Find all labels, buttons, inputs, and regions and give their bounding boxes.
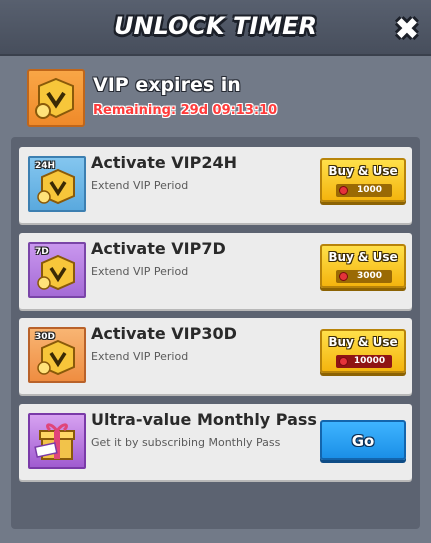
item-title: Activate VIP30D	[91, 324, 237, 343]
list-item-vip24h: 24H Activate VIP24H Extend VIP Period Bu…	[19, 147, 412, 223]
vip24h-icon: 24H	[28, 156, 86, 212]
list-item-vip30d: 30D Activate VIP30D Extend VIP Period Bu…	[19, 318, 412, 394]
remaining-time: Remaining: 29d 09:13:10	[93, 103, 278, 118]
price-tag: 3000	[336, 270, 392, 283]
price-tag: 10000	[336, 355, 392, 368]
button-label: Buy & Use	[328, 335, 398, 349]
item-title: Ultra-value Monthly Pass	[91, 410, 317, 429]
vip-badge-icon	[27, 69, 85, 127]
vip7d-icon: 7D	[28, 242, 86, 298]
gem-icon	[339, 186, 348, 195]
gem-icon	[339, 272, 348, 281]
unlock-timer-dialog: UNLOCK TIMER ✖ VIP expires in Remaining:…	[0, 0, 431, 543]
monthly-pass-gift-icon	[28, 413, 86, 469]
buy-use-button[interactable]: Buy & Use 1000	[320, 158, 406, 202]
go-button[interactable]: Go	[320, 420, 406, 460]
list-item-monthly-pass: Ultra-value Monthly Pass Get it by subsc…	[19, 404, 412, 480]
gem-icon	[339, 357, 348, 366]
list-item-vip7d: 7D Activate VIP7D Extend VIP Period Buy …	[19, 233, 412, 309]
item-subtitle: Extend VIP Period	[91, 179, 189, 192]
price-value: 3000	[356, 271, 383, 281]
price-tag: 1000	[336, 184, 392, 197]
vip-expires-label: VIP expires in	[93, 74, 241, 96]
buy-use-button[interactable]: Buy & Use 10000	[320, 329, 406, 373]
button-label: Go	[351, 432, 375, 450]
item-title: Activate VIP24H	[91, 153, 238, 172]
buy-use-button[interactable]: Buy & Use 3000	[320, 244, 406, 288]
item-subtitle: Extend VIP Period	[91, 350, 189, 363]
title-bar: UNLOCK TIMER ✖	[0, 0, 431, 56]
price-value: 10000	[353, 356, 386, 366]
close-icon[interactable]: ✖	[391, 14, 423, 46]
item-title: Activate VIP7D	[91, 239, 226, 258]
item-subtitle: Get it by subscribing Monthly Pass	[91, 436, 281, 449]
button-label: Buy & Use	[328, 164, 398, 178]
vip30d-icon: 30D	[28, 327, 86, 383]
price-value: 1000	[356, 185, 383, 195]
button-label: Buy & Use	[328, 250, 398, 264]
dialog-title: UNLOCK TIMER	[113, 12, 318, 40]
item-subtitle: Extend VIP Period	[91, 265, 189, 278]
